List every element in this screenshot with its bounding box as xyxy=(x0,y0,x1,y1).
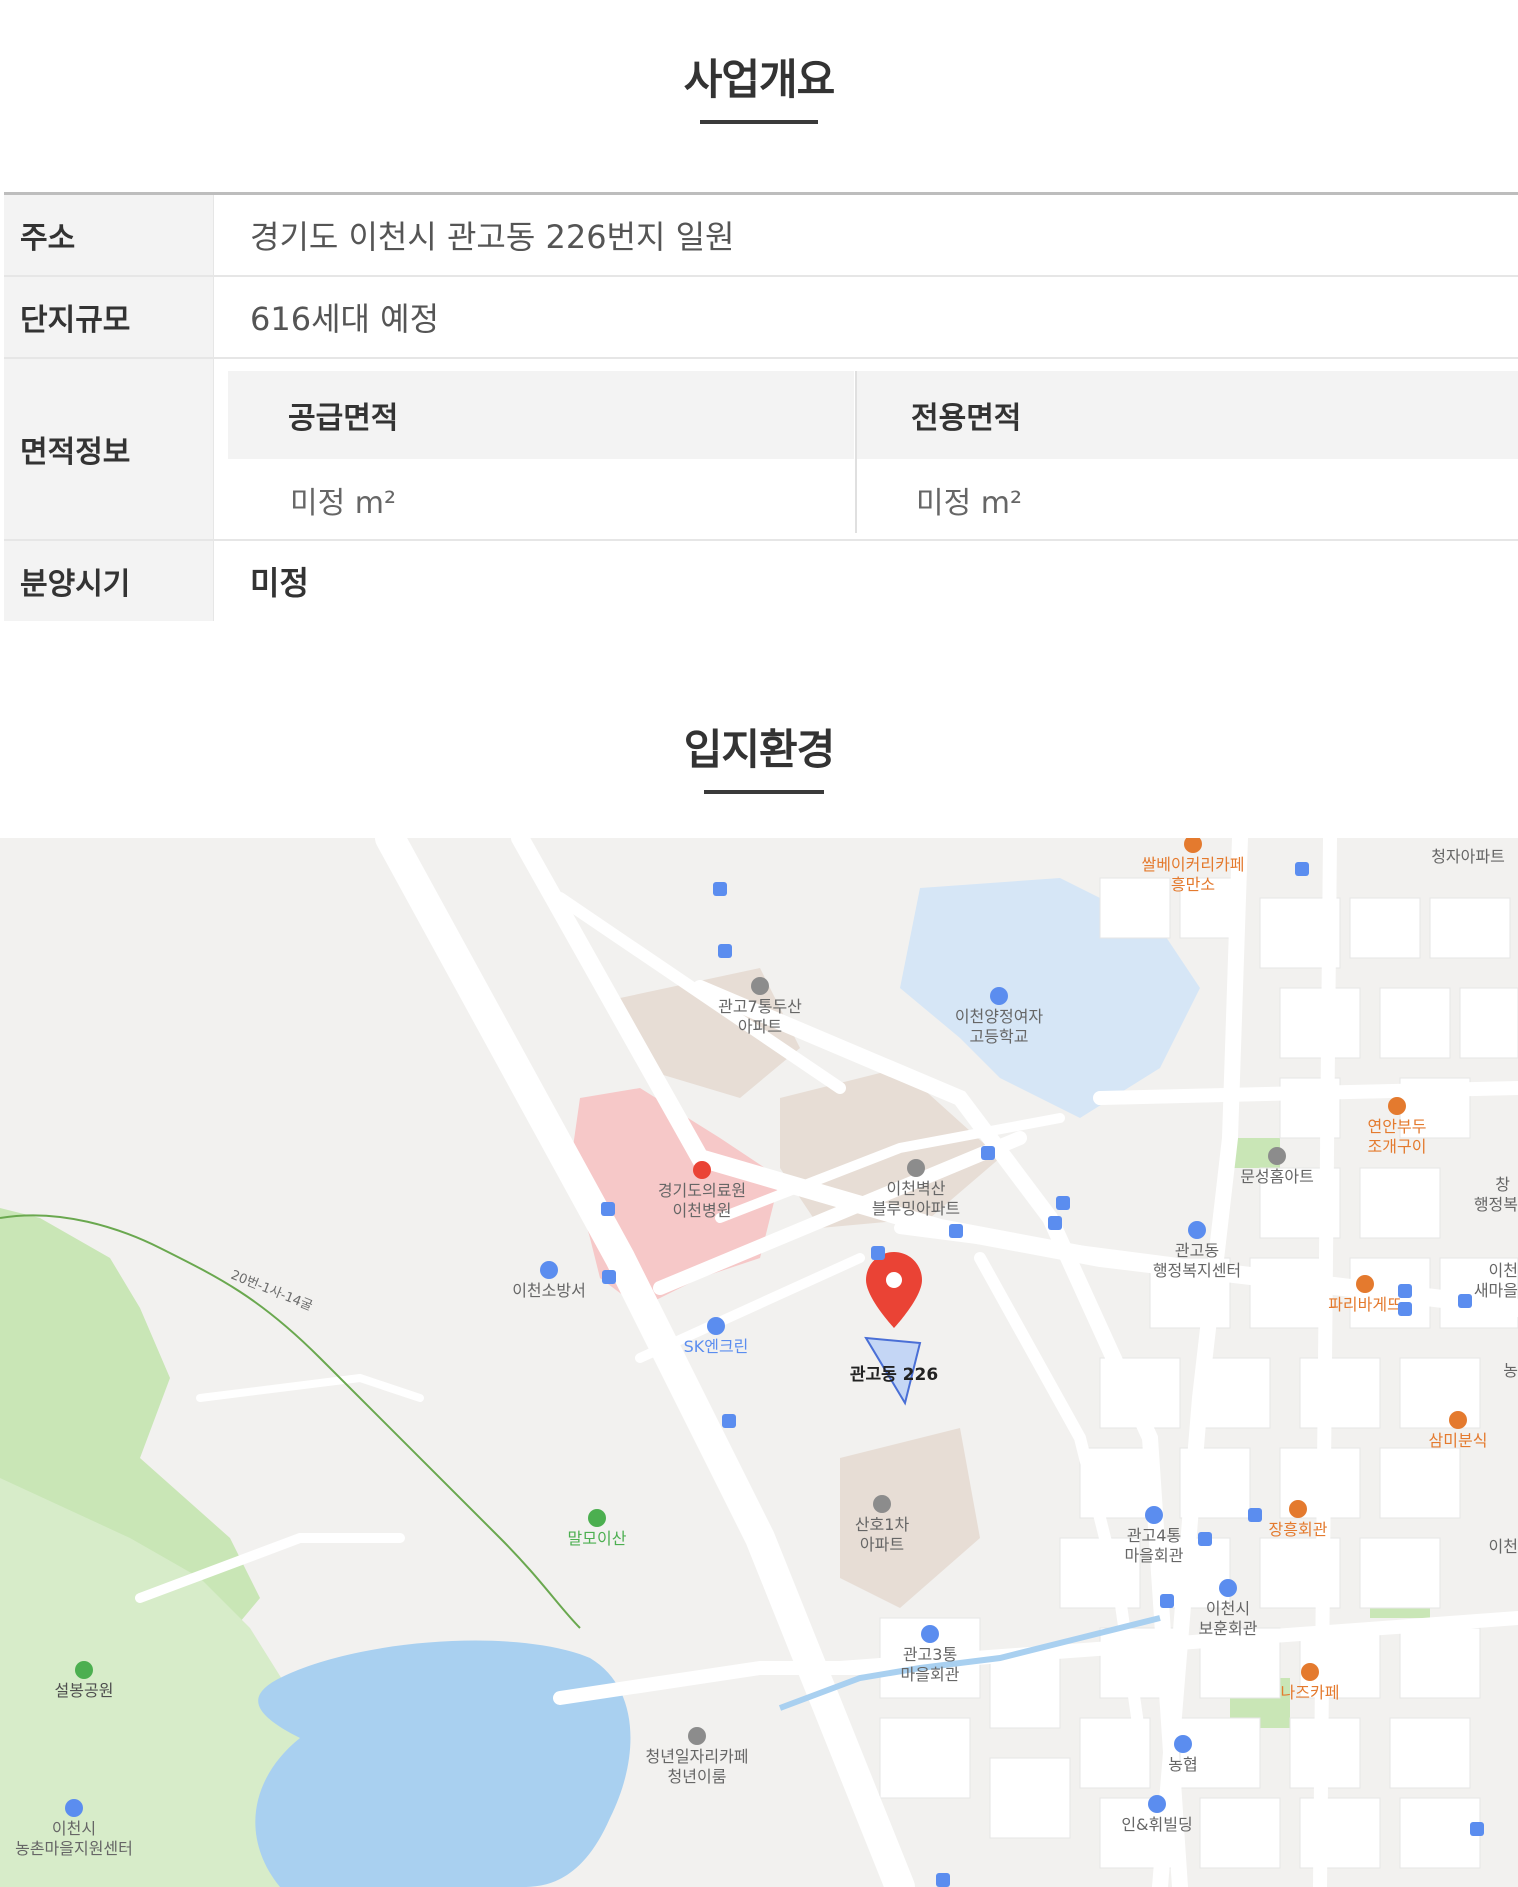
cafe-icon xyxy=(1184,838,1202,853)
address-value: 경기도 이천시 관고동 226번지 일원 xyxy=(250,218,735,256)
scale-row: 단지규모 616세대 예정 xyxy=(4,277,1518,359)
school-icon xyxy=(990,987,1008,1005)
label-munsung: 문성홈아트 xyxy=(1240,1167,1314,1186)
label-fire-station: 이천소방서 xyxy=(512,1281,586,1300)
fire-station-icon xyxy=(540,1261,558,1279)
label-ssal-bakery: 쌀베이커리카페 xyxy=(1141,855,1244,874)
building-icon xyxy=(1148,1795,1166,1813)
supply-area-header: 공급면적 xyxy=(228,371,854,459)
label-yangjeong-2: 고등학교 xyxy=(970,1027,1029,1046)
area-column-divider xyxy=(855,371,857,533)
overview-title-underline xyxy=(700,120,818,124)
label-sanho-1: 산호1차 xyxy=(855,1515,910,1534)
label-hospital-1: 경기도의료원 xyxy=(658,1181,746,1200)
label-edge-icheon2: 이천 xyxy=(1489,1537,1518,1556)
label-edge-icheon: 이천 xyxy=(1489,1261,1518,1280)
label-heungmanso: 흥만소 xyxy=(1171,875,1215,894)
reservoir-water xyxy=(255,1640,631,1887)
label-edge-saemaeul: 새마을 xyxy=(1474,1281,1518,1300)
label-sammi: 삼미분식 xyxy=(1429,1431,1488,1450)
sale-period-label: 분양시기 xyxy=(4,541,214,621)
apartment-icon xyxy=(907,1159,925,1177)
restaurant-icon xyxy=(1388,1097,1406,1115)
government-office-icon xyxy=(1188,1221,1206,1239)
label-in-building: 인&휘빌딩 xyxy=(1121,1815,1192,1834)
label-gwangodong-1: 관고동 xyxy=(1175,1241,1219,1260)
label-gwango3-2: 마을회관 xyxy=(901,1665,960,1684)
sale-period-row: 분양시기 미정 xyxy=(4,541,1518,621)
location-title-underline xyxy=(704,790,824,794)
cafe-icon xyxy=(1301,1663,1319,1681)
label-gwangodong-2: 행정복지센터 xyxy=(1153,1261,1241,1280)
location-map[interactable]: 20번-1사-14굴 관고동 226 쌀베이커리카페 흥만소 청자아파트 관고7… xyxy=(0,838,1518,1887)
label-nonghyup: 농협 xyxy=(1168,1755,1197,1774)
restaurant-icon xyxy=(1289,1500,1307,1518)
scale-label: 단지규모 xyxy=(4,277,214,357)
label-nongchon-1: 이천시 xyxy=(52,1819,96,1838)
scale-value: 616세대 예정 xyxy=(250,300,440,338)
overview-title: 사업개요 xyxy=(683,55,836,104)
shop-icon xyxy=(1268,1147,1286,1165)
address-label: 주소 xyxy=(4,195,214,275)
label-gwango7-1: 관고7통두산 xyxy=(718,997,802,1016)
label-paris: 파리바게뜨 xyxy=(1328,1295,1402,1314)
location-title: 입지환경 xyxy=(683,725,836,774)
gas-station-icon xyxy=(707,1317,725,1335)
label-gwango4-2: 마을회관 xyxy=(1125,1546,1184,1565)
bank-icon xyxy=(1174,1735,1192,1753)
hospital-icon xyxy=(693,1161,711,1179)
bakery-icon xyxy=(1356,1275,1374,1293)
label-sanho-2: 아파트 xyxy=(860,1535,904,1554)
label-edge-chang: 창 xyxy=(1495,1175,1510,1194)
mountain-icon xyxy=(588,1509,606,1527)
marker-label: 관고동 226 xyxy=(850,1365,938,1385)
park-icon xyxy=(75,1661,93,1679)
restaurant-icon xyxy=(1449,1411,1467,1429)
office-icon xyxy=(65,1799,83,1817)
label-youth-1: 청년일자리카페 xyxy=(645,1747,748,1766)
community-center-icon xyxy=(1219,1579,1237,1597)
label-hospital-2: 이천병원 xyxy=(673,1201,732,1220)
map-canvas[interactable]: 20번-1사-14굴 관고동 226 쌀베이커리카페 흥만소 청자아파트 관고7… xyxy=(0,838,1518,1887)
cafe-icon xyxy=(688,1727,706,1745)
label-gwango4-1: 관고4통 xyxy=(1127,1526,1181,1545)
label-edge-haengjeong: 행정복 xyxy=(1474,1195,1518,1214)
label-yangjeong-1: 이천양정여자 xyxy=(955,1007,1044,1026)
label-yeonan-2: 조개구이 xyxy=(1368,1137,1427,1156)
area-label: 면적정보 xyxy=(4,359,214,539)
label-seolbong: 설봉공원 xyxy=(55,1681,114,1700)
label-cheongja: 청자아파트 xyxy=(1431,847,1505,866)
label-sk: SK엔크린 xyxy=(684,1337,749,1356)
community-center-icon xyxy=(921,1625,939,1643)
supply-area-value: 미정 m² xyxy=(290,486,396,521)
label-gwango3-1: 관고3통 xyxy=(903,1645,957,1664)
trail-label: 20번-1사-14굴 xyxy=(229,1268,315,1314)
sale-period-value: 미정 xyxy=(250,564,309,602)
location-marker[interactable] xyxy=(866,1252,922,1328)
label-bohun-1: 이천시 xyxy=(1206,1599,1250,1618)
community-center-icon xyxy=(1145,1506,1163,1524)
exclusive-area-header: 전용면적 xyxy=(857,371,1518,459)
label-janghung: 장흥회관 xyxy=(1269,1520,1328,1539)
label-nongchon-2: 농촌마을지원센터 xyxy=(15,1839,133,1858)
label-byeoksan-1: 이천벽산 xyxy=(887,1179,946,1198)
exclusive-area-value: 미정 m² xyxy=(916,486,1022,521)
apartment-icon xyxy=(873,1495,891,1513)
label-gwango7-2: 아파트 xyxy=(738,1017,782,1036)
label-byeoksan-2: 블루밍아파트 xyxy=(872,1199,960,1218)
label-malmoi: 말모이산 xyxy=(568,1529,627,1548)
label-yeonan-1: 연안부두 xyxy=(1368,1117,1427,1136)
label-youth-2: 청년이룸 xyxy=(668,1767,727,1786)
label-edge-nong: 농 xyxy=(1503,1361,1518,1380)
label-nazz: 나즈카페 xyxy=(1281,1683,1340,1702)
apartment-icon xyxy=(751,977,769,995)
address-row: 주소 경기도 이천시 관고동 226번지 일원 xyxy=(4,195,1518,277)
overview-table: 주소 경기도 이천시 관고동 226번지 일원 단지규모 616세대 예정 면적… xyxy=(4,192,1518,621)
label-bohun-2: 보훈회관 xyxy=(1199,1619,1258,1638)
